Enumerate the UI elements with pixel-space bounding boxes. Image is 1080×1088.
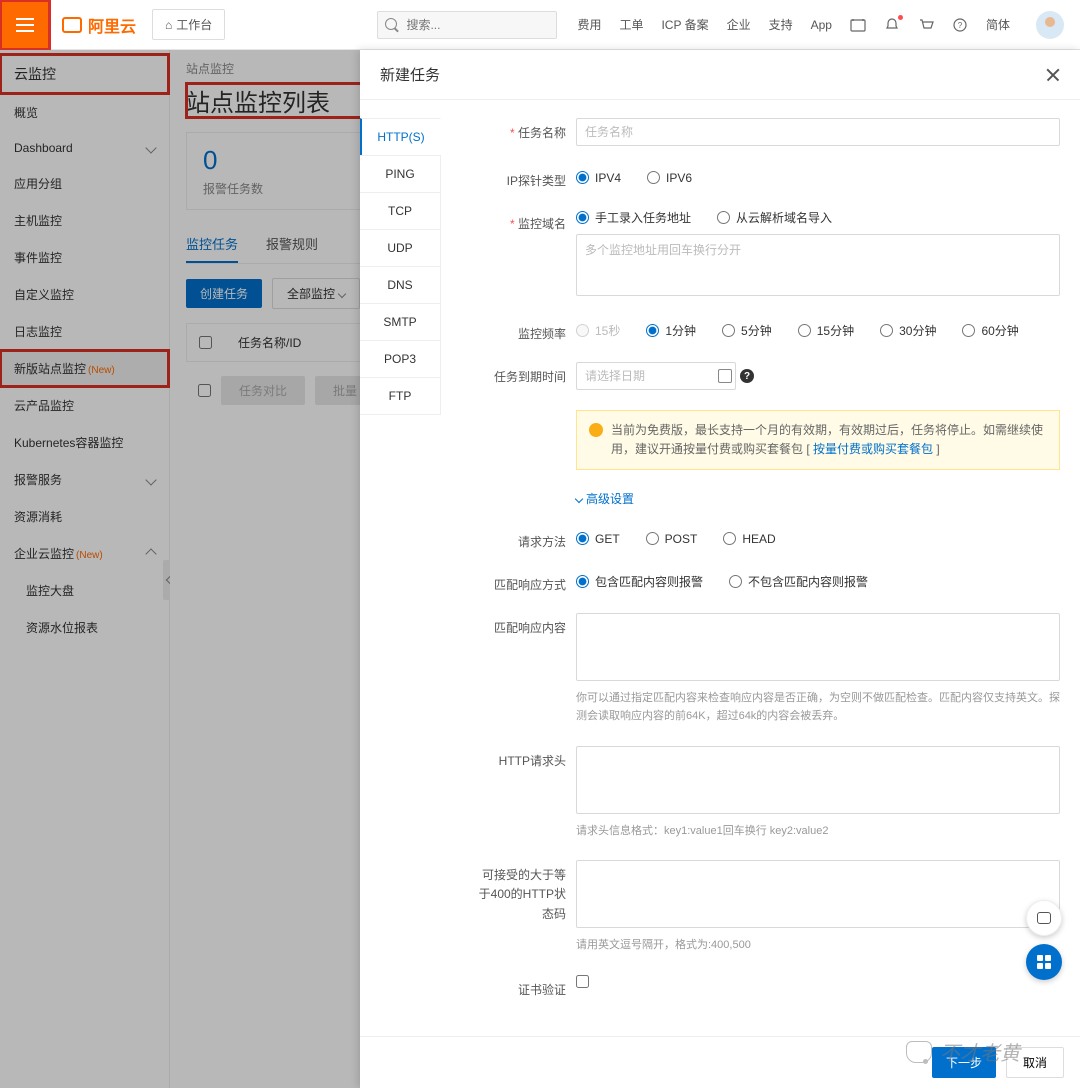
nav-fees[interactable]: 费用: [577, 16, 601, 33]
radio-60m[interactable]: 60分钟: [962, 322, 1018, 339]
radio-manual-domain[interactable]: 手工录入任务地址: [576, 209, 691, 226]
create-task-drawer: 新建任务 HTTP(S) PING TCP UDP DNS SMTP POP3 …: [360, 50, 1080, 1088]
radio-15m[interactable]: 15分钟: [798, 322, 854, 339]
apps-float-button[interactable]: [1026, 944, 1062, 980]
wechat-icon: [906, 1041, 932, 1063]
label-expire: 任务到期时间: [474, 362, 566, 390]
status-hint: 请用英文逗号隔开，格式为:400,500: [576, 937, 1060, 955]
protocol-tab-ftp[interactable]: FTP: [360, 377, 441, 415]
label-frequency: 监控频率: [474, 319, 566, 342]
protocol-tab-smtp[interactable]: SMTP: [360, 303, 441, 341]
radio-contain-alarm[interactable]: 包含匹配内容则报警: [576, 573, 703, 590]
drawer-title: 新建任务: [380, 64, 440, 85]
help-icon[interactable]: ?: [740, 369, 754, 383]
hamburger-menu[interactable]: [0, 0, 50, 50]
radio-30m[interactable]: 30分钟: [880, 322, 936, 339]
advanced-toggle[interactable]: 高级设置: [576, 490, 1060, 507]
radio-15s: 15秒: [576, 322, 620, 339]
free-tier-alert: 当前为免费版，最长支持一个月的有效期，有效期过后，任务将停止。如需继续使用，建议…: [576, 410, 1060, 470]
search-input[interactable]: [377, 11, 557, 39]
cert-checkbox[interactable]: [576, 975, 589, 988]
global-search[interactable]: [377, 11, 557, 39]
expire-date-input[interactable]: [576, 362, 736, 390]
radio-ipv6[interactable]: IPV6: [647, 171, 692, 185]
headers-textarea[interactable]: [576, 746, 1060, 814]
protocol-tab-http[interactable]: HTTP(S): [360, 118, 441, 156]
calendar-icon[interactable]: [850, 17, 866, 33]
nav-icp[interactable]: ICP 备案: [661, 16, 708, 33]
label-method: 请求方法: [474, 527, 566, 550]
label-match-mode: 匹配响应方式: [474, 570, 566, 593]
radio-not-contain-alarm[interactable]: 不包含匹配内容则报警: [729, 573, 868, 590]
close-icon[interactable]: [1046, 68, 1060, 82]
radio-post[interactable]: POST: [646, 532, 698, 546]
label-probe-type: IP探针类型: [474, 166, 566, 189]
avatar[interactable]: [1036, 11, 1064, 39]
chevron-down-icon: [575, 495, 583, 503]
protocol-tab-pop3[interactable]: POP3: [360, 340, 441, 378]
nav-support[interactable]: 支持: [769, 16, 793, 33]
upgrade-link[interactable]: 按量付费或购买套餐包: [813, 442, 933, 456]
warning-icon: [589, 423, 603, 437]
label-match-content: 匹配响应内容: [474, 613, 566, 725]
cart-icon[interactable]: [918, 17, 934, 33]
radio-ipv4[interactable]: IPV4: [576, 171, 621, 185]
chat-float-button[interactable]: [1026, 900, 1062, 936]
nav-enterprise[interactable]: 企业: [727, 16, 751, 33]
label-domain: 监控域名: [474, 209, 566, 299]
protocol-tab-udp[interactable]: UDP: [360, 229, 441, 267]
headers-hint: 请求头信息格式：key1:value1回车换行 key2:value2: [576, 823, 1060, 841]
workbench-button[interactable]: ⌂工作台: [152, 9, 225, 40]
label-cert: 证书验证: [474, 975, 566, 998]
radio-5m[interactable]: 5分钟: [722, 322, 772, 339]
label-headers: HTTP请求头: [474, 746, 566, 841]
domain-textarea[interactable]: [576, 234, 1060, 296]
match-content-textarea[interactable]: [576, 613, 1060, 681]
label-status-codes: 可接受的大于等于400的HTTP状态码: [474, 860, 566, 955]
radio-1m[interactable]: 1分钟: [646, 322, 696, 339]
radio-head[interactable]: HEAD: [723, 532, 775, 546]
protocol-tab-dns[interactable]: DNS: [360, 266, 441, 304]
nav-tickets[interactable]: 工单: [619, 16, 643, 33]
calendar-icon[interactable]: [718, 369, 732, 383]
protocol-tab-ping[interactable]: PING: [360, 155, 441, 193]
search-icon: [385, 18, 397, 30]
chat-icon: [1037, 912, 1051, 924]
help-icon[interactable]: ?: [952, 17, 968, 33]
bell-icon[interactable]: [884, 17, 900, 33]
radio-get[interactable]: GET: [576, 532, 620, 546]
match-content-hint: 你可以通过指定匹配内容来检查响应内容是否正确，为空则不做匹配检查。匹配内容仅支持…: [576, 690, 1060, 725]
watermark: 不才老黄: [906, 1037, 1020, 1066]
logo[interactable]: 阿里云: [62, 13, 136, 37]
radio-dns-import[interactable]: 从云解析域名导入: [717, 209, 832, 226]
task-name-input[interactable]: [576, 118, 1060, 146]
status-codes-textarea[interactable]: [576, 860, 1060, 928]
svg-text:?: ?: [958, 21, 963, 30]
language-switch[interactable]: 简体: [986, 16, 1010, 33]
grid-icon: [1037, 955, 1051, 969]
label-task-name: 任务名称: [474, 118, 566, 146]
protocol-tab-tcp[interactable]: TCP: [360, 192, 441, 230]
nav-app[interactable]: App: [811, 18, 832, 32]
